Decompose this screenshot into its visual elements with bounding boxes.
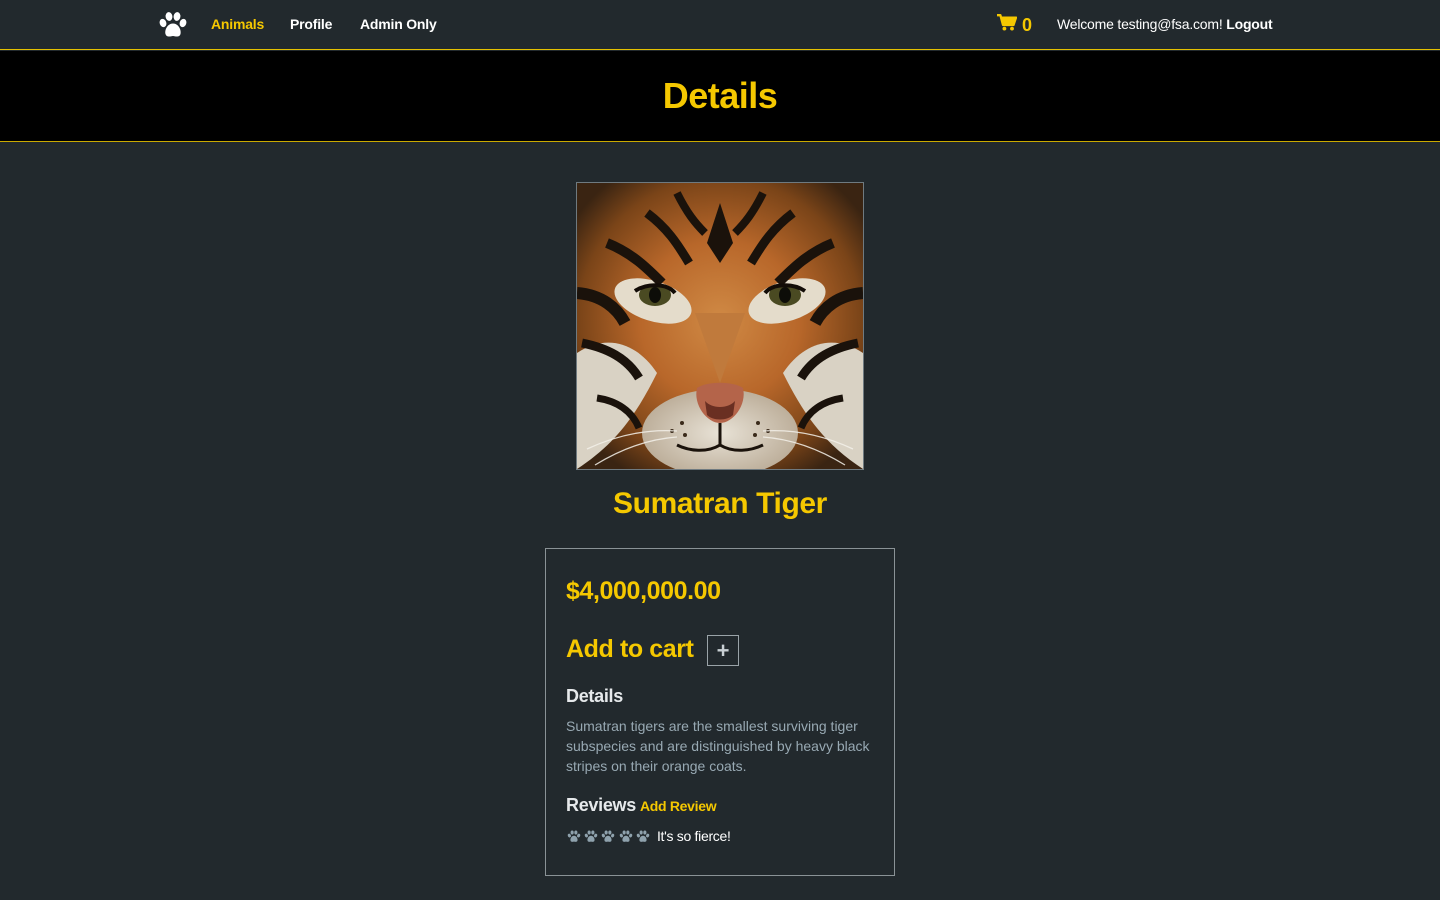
nav-link-profile[interactable]: Profile bbox=[290, 16, 332, 32]
add-review-link[interactable]: Add Review bbox=[640, 798, 717, 814]
reviews-header: Reviews Add Review bbox=[566, 795, 717, 816]
cart-count-badge: 0 bbox=[1022, 14, 1033, 35]
nav-link-animals[interactable]: Animals bbox=[211, 16, 264, 32]
page-title: Details bbox=[662, 75, 778, 116]
product-description: Sumatran tigers are the smallest survivi… bbox=[566, 718, 870, 774]
top-navbar: Animals Profile Admin Only 0 Welcome tes… bbox=[0, 0, 1440, 50]
page-header: Details bbox=[0, 51, 1440, 142]
shopping-cart-icon bbox=[997, 14, 1018, 36]
details-heading: Details bbox=[566, 686, 623, 706]
product-price: $4,000,000.00 bbox=[566, 577, 721, 605]
welcome-message: Welcome testing@fsa.com! Logout bbox=[1057, 16, 1273, 32]
add-to-cart-button[interactable]: + bbox=[707, 635, 739, 666]
welcome-text: Welcome testing@fsa.com! bbox=[1057, 16, 1223, 32]
paw-icon bbox=[584, 830, 598, 842]
paw-icon bbox=[619, 830, 632, 842]
paw-icon bbox=[636, 830, 649, 842]
logout-link[interactable]: Logout bbox=[1226, 16, 1272, 32]
reviews-heading: Reviews bbox=[566, 795, 636, 815]
paw-icon bbox=[602, 830, 615, 842]
cart-button[interactable]: 0 bbox=[997, 13, 1032, 37]
product-image bbox=[576, 182, 864, 470]
nav-link-admin-only[interactable]: Admin Only bbox=[360, 16, 437, 32]
rating-paws bbox=[567, 830, 653, 843]
paw-icon[interactable] bbox=[158, 11, 188, 39]
product-details-card: $4,000,000.00 Add to cart + Details Suma… bbox=[545, 548, 895, 876]
add-to-cart-label[interactable]: Add to cart bbox=[566, 635, 694, 664]
review-text: It's so fierce! bbox=[656, 828, 731, 844]
paw-icon bbox=[567, 830, 581, 842]
review-item: It's so fierce! bbox=[567, 828, 731, 844]
product-name: Sumatran Tiger bbox=[613, 487, 827, 520]
